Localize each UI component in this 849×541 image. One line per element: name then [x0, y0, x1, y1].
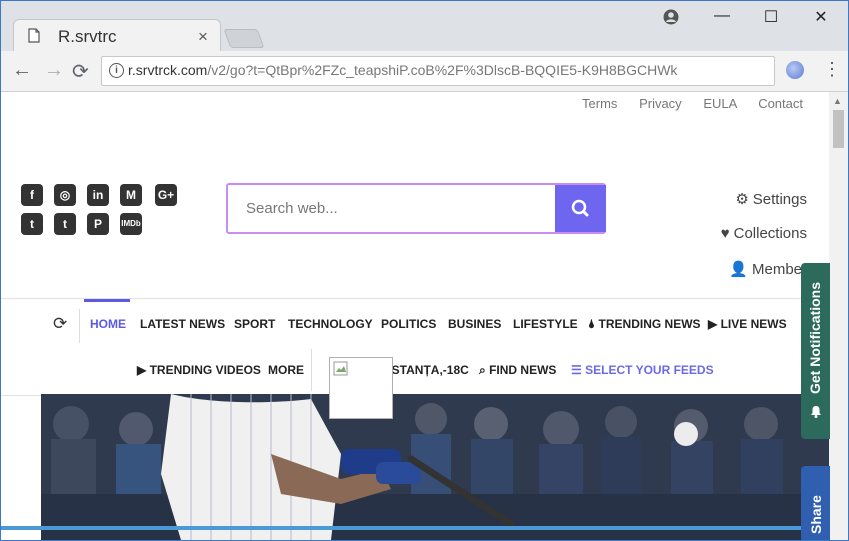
fire-icon: 🌢	[588, 317, 596, 331]
nav-more[interactable]: MORE	[268, 363, 304, 377]
browser-window: R.srvtrc × — ☐ ✕ ← → ⟳ i r.srvtrck.com/v…	[0, 0, 849, 541]
browser-toolbar: ← → ⟳ i r.srvtrck.com/v2/go?t=QtBpr%2FZc…	[1, 51, 848, 92]
page-scrollbar[interactable]: ▲	[829, 92, 848, 540]
linkedin-icon[interactable]: in	[87, 184, 109, 206]
title-bar: R.srvtrc × — ☐ ✕	[1, 1, 848, 53]
scroll-up-icon[interactable]: ▲	[833, 96, 842, 106]
nav-politics[interactable]: POLITICS	[381, 317, 436, 331]
url-path: /v2/go?t=QtBpr%2FZc_teapshiP.coB%2F%3Dls…	[207, 62, 678, 78]
contact-link[interactable]: Contact	[758, 96, 803, 111]
instagram-icon[interactable]: ◎	[54, 184, 76, 206]
info-icon[interactable]: i	[109, 63, 124, 78]
nav-find-news[interactable]: ⌕ FIND NEWS	[479, 363, 556, 378]
nav-home[interactable]: HOME	[90, 317, 126, 331]
get-notifications-button[interactable]: Get Notifications	[801, 263, 830, 439]
refresh-icon[interactable]: ⟳	[53, 314, 67, 334]
new-tab-button[interactable]	[223, 29, 265, 48]
terms-link[interactable]: Terms	[582, 96, 617, 111]
search-icon	[571, 199, 589, 217]
twitter-icon[interactable]: t	[21, 213, 43, 235]
nav-live-news[interactable]: ▶ LIVE NEWS	[708, 317, 787, 331]
nav-find-news-label: FIND NEWS	[489, 363, 557, 377]
collections-label: Collections	[733, 225, 807, 242]
gear-icon: ⚙	[735, 191, 749, 208]
nav-select-feeds-label: SELECT YOUR FEEDS	[585, 363, 714, 377]
url-host: r.srvtrck.com	[128, 62, 208, 78]
nav-business[interactable]: BUSINES	[448, 317, 501, 331]
collections-link[interactable]: ♥ Collections	[721, 225, 807, 260]
maximize-button[interactable]: ☐	[759, 7, 783, 27]
nav-latest-news[interactable]: LATEST NEWS	[140, 317, 225, 331]
privacy-link[interactable]: Privacy	[639, 96, 682, 111]
top-links: Terms Privacy EULA Contact	[564, 96, 803, 111]
address-bar[interactable]: i r.srvtrck.com/v2/go?t=QtBpr%2FZc_teaps…	[101, 56, 775, 86]
search-button[interactable]	[555, 185, 606, 232]
share-label: Share	[808, 495, 824, 534]
nav-lifestyle[interactable]: LIFESTYLE	[513, 317, 578, 331]
nav-trending-videos-label: TRENDING VIDEOS	[149, 363, 261, 377]
eula-link[interactable]: EULA	[703, 96, 736, 111]
main-nav: ⟳ HOME LATEST NEWS SPORT TECHNOLOGY POLI…	[1, 298, 829, 419]
nav-live-news-label: LIVE NEWS	[720, 317, 787, 331]
bell-icon	[811, 406, 821, 418]
baseball-player-image	[41, 394, 829, 540]
pinterest-icon[interactable]: P	[87, 213, 109, 235]
close-window-button[interactable]: ✕	[809, 7, 833, 27]
member-label: Member	[751, 261, 807, 278]
user-circle-icon: 👤	[729, 261, 748, 278]
profile-icon[interactable]	[663, 9, 679, 25]
settings-link[interactable]: ⚙ Settings	[721, 190, 807, 225]
play-circle-icon: ▶	[137, 363, 147, 377]
notifications-label: Get Notifications	[807, 281, 823, 394]
nav-technology[interactable]: TECHNOLOGY	[288, 317, 373, 331]
tab-close-icon[interactable]: ×	[198, 27, 208, 47]
search-box	[226, 183, 606, 234]
nav-sport[interactable]: SPORT	[234, 317, 275, 331]
nav-trending-news[interactable]: 🌢 TRENDING NEWS	[588, 317, 701, 332]
nav-trending-news-label: TRENDING NEWS	[598, 317, 701, 331]
heart-icon: ♥	[720, 225, 730, 242]
nav-select-feeds[interactable]: ☰ SELECT YOUR FEEDS	[571, 363, 714, 377]
search-input[interactable]	[228, 185, 552, 232]
tumblr-icon[interactable]: t	[54, 213, 76, 235]
list-icon: ☰	[571, 363, 582, 377]
scroll-thumb[interactable]	[833, 110, 844, 148]
nav-trending-videos[interactable]: ▶ TRENDING VIDEOS	[137, 363, 261, 377]
broken-image-icon	[329, 357, 393, 419]
facebook-icon[interactable]: f	[21, 184, 43, 206]
hero-image[interactable]	[41, 394, 829, 540]
divider	[79, 309, 80, 343]
url-text[interactable]: r.srvtrck.com/v2/go?t=QtBpr%2FZc_teapshi…	[128, 62, 677, 78]
accent-strip	[1, 526, 829, 530]
share-button[interactable]: Share	[801, 466, 830, 540]
divider	[311, 349, 312, 391]
forward-button[interactable]: →	[44, 59, 64, 82]
tab-title: R.srvtrc	[58, 27, 117, 46]
minimize-button[interactable]: —	[710, 7, 734, 25]
page-icon	[28, 28, 40, 43]
search-icon: ⌕	[479, 363, 486, 377]
browser-menu-icon[interactable]: ⋮	[823, 59, 841, 80]
imdb-icon[interactable]: IMDb	[120, 213, 142, 235]
video-camera-icon: ▶	[708, 317, 718, 331]
settings-label: Settings	[752, 191, 807, 208]
reload-button[interactable]: ⟳	[72, 59, 89, 84]
web-page: Terms Privacy EULA Contact f ◎ in M G+ t…	[1, 92, 829, 540]
browser-tab[interactable]: R.srvtrc ×	[13, 19, 221, 53]
back-button[interactable]: ←	[12, 59, 32, 82]
medium-icon[interactable]: M	[120, 184, 142, 206]
side-links: ⚙ Settings ♥ Collections 👤 Member	[721, 190, 807, 295]
active-indicator	[84, 299, 130, 302]
member-link[interactable]: 👤 Member	[721, 260, 807, 295]
extension-icon[interactable]	[786, 61, 804, 79]
google-plus-icon[interactable]: G+	[155, 184, 177, 206]
